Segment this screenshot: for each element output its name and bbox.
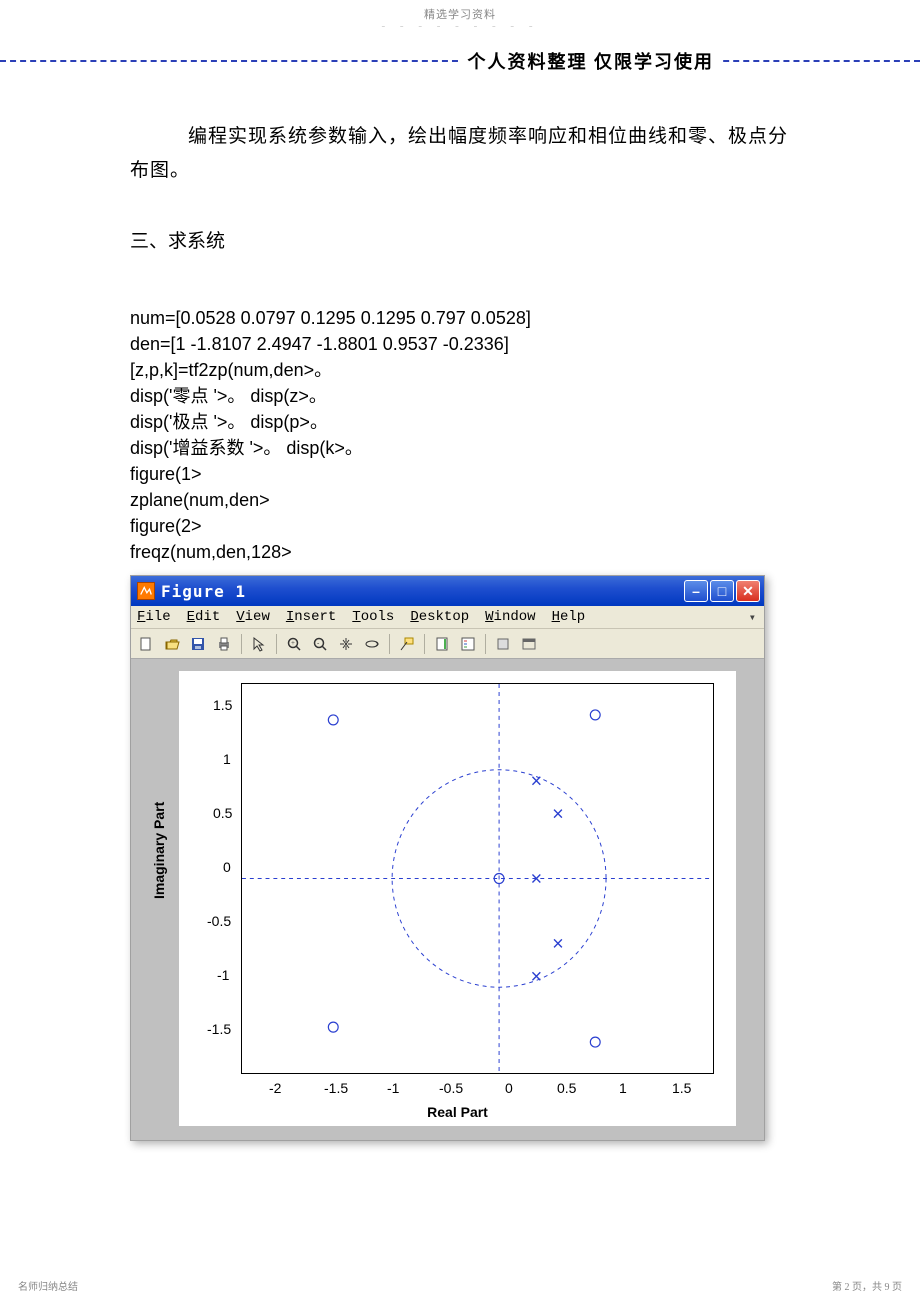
menu-chevron-icon[interactable]: ▾	[749, 610, 756, 625]
pole-marker	[554, 939, 562, 947]
menu-help[interactable]: Help	[552, 609, 586, 625]
code-block: num=[0.0528 0.0797 0.1295 0.1295 0.797 0…	[130, 305, 790, 565]
pole-marker	[532, 972, 540, 980]
arrow-icon[interactable]	[248, 633, 270, 655]
menu-file[interactable]: File	[137, 609, 171, 625]
y-tick: 0.5	[213, 805, 232, 821]
zoom-out-icon[interactable]: -	[309, 633, 331, 655]
matlab-icon	[137, 582, 155, 600]
watermark-top: 精选学习资料	[0, 0, 920, 22]
minimize-button[interactable]: –	[684, 580, 708, 602]
y-tick: -0.5	[207, 913, 231, 929]
pan-icon[interactable]	[335, 633, 357, 655]
x-tick: -1	[387, 1080, 399, 1096]
data-cursor-icon[interactable]	[396, 633, 418, 655]
x-axis-label: Real Part	[179, 1104, 736, 1120]
x-tick: 0.5	[557, 1080, 576, 1096]
menu-window[interactable]: Window	[485, 609, 535, 625]
zplane-plot	[242, 684, 713, 1073]
axes[interactable]	[241, 683, 714, 1074]
y-tick: 0	[223, 859, 231, 875]
zero-marker	[590, 1037, 600, 1047]
watermark-dots: - - - - - - - - -	[0, 20, 920, 32]
maximize-button[interactable]: □	[710, 580, 734, 602]
svg-text:-: -	[317, 639, 320, 647]
footer-right: 第 2 页，共 9 页	[832, 1278, 902, 1293]
x-tick: -2	[269, 1080, 281, 1096]
legend-icon[interactable]	[457, 633, 479, 655]
close-button[interactable]: ✕	[736, 580, 760, 602]
menu-desktop[interactable]: Desktop	[410, 609, 469, 625]
code-line: disp('零点 '>。 disp(z>。	[130, 383, 790, 409]
x-tick: 1	[619, 1080, 627, 1096]
header-divider: 个人资料整理 仅限学习使用	[0, 60, 920, 62]
menu-bar: File Edit View Insert Tools Desktop Wind…	[131, 606, 764, 629]
header-text: 个人资料整理 仅限学习使用	[462, 48, 721, 74]
save-icon[interactable]	[187, 633, 209, 655]
pole-marker	[532, 777, 540, 785]
zero-marker	[328, 715, 338, 725]
code-line: den=[1 -1.8107 2.4947 -1.8801 0.9537 -0.…	[130, 331, 790, 357]
zero-marker	[590, 710, 600, 720]
toolbar: + -	[131, 629, 764, 659]
x-tick: -1.5	[324, 1080, 348, 1096]
document-content: 编程实现系统参数输入，绘出幅度频率响应和相位曲线和零、极点分布图。 三、求系统 …	[0, 62, 920, 1141]
hide-tools-icon[interactable]	[492, 633, 514, 655]
x-tick: -0.5	[439, 1080, 463, 1096]
menu-tools[interactable]: Tools	[352, 609, 394, 625]
window-title: Figure 1	[161, 582, 682, 601]
plot-box: Imaginary Part Real Part 1.5 1 0.5 0 -0.…	[179, 671, 736, 1126]
footer-left: 名师归纳总结	[18, 1278, 78, 1293]
toolbar-separator	[424, 634, 425, 654]
y-tick: -1.5	[207, 1021, 231, 1037]
toolbar-separator	[241, 634, 242, 654]
open-icon[interactable]	[161, 633, 183, 655]
window-titlebar[interactable]: Figure 1 – □ ✕	[131, 576, 764, 606]
zero-marker	[328, 1022, 338, 1032]
paragraph-1: 编程实现系统参数输入，绘出幅度频率响应和相位曲线和零、极点分布图。	[130, 120, 790, 188]
code-line: num=[0.0528 0.0797 0.1295 0.1295 0.797 0…	[130, 305, 790, 331]
menu-view[interactable]: View	[236, 609, 270, 625]
y-tick: -1	[217, 967, 229, 983]
matlab-figure-window: Figure 1 – □ ✕ File Edit View Insert Too…	[130, 575, 765, 1141]
dock-icon[interactable]	[518, 633, 540, 655]
menu-edit[interactable]: Edit	[187, 609, 221, 625]
toolbar-separator	[389, 634, 390, 654]
toolbar-separator	[276, 634, 277, 654]
pole-marker	[554, 810, 562, 818]
code-line: figure(1>	[130, 461, 790, 487]
y-tick: 1.5	[213, 697, 232, 713]
code-line: freqz(num,den,128>	[130, 539, 790, 565]
code-line: disp('极点 '>。 disp(p>。	[130, 409, 790, 435]
colorbar-icon[interactable]	[431, 633, 453, 655]
section-3-title: 三、求系统	[130, 226, 790, 253]
y-axis-label: Imaginary Part	[151, 801, 167, 898]
code-line: [z,p,k]=tf2zp(num,den>。	[130, 357, 790, 383]
code-line: disp('增益系数 '>。 disp(k>。	[130, 435, 790, 461]
x-tick: 1.5	[672, 1080, 691, 1096]
y-tick: 1	[223, 751, 231, 767]
axes-background: Imaginary Part Real Part 1.5 1 0.5 0 -0.…	[131, 659, 764, 1140]
print-icon[interactable]	[213, 633, 235, 655]
new-icon[interactable]	[135, 633, 157, 655]
rotate3d-icon[interactable]	[361, 633, 383, 655]
x-tick: 0	[505, 1080, 513, 1096]
zoom-in-icon[interactable]: +	[283, 633, 305, 655]
toolbar-separator	[485, 634, 486, 654]
code-line: figure(2>	[130, 513, 790, 539]
code-line: zplane(num,den>	[130, 487, 790, 513]
menu-insert[interactable]: Insert	[286, 609, 336, 625]
svg-text:+: +	[291, 639, 295, 647]
